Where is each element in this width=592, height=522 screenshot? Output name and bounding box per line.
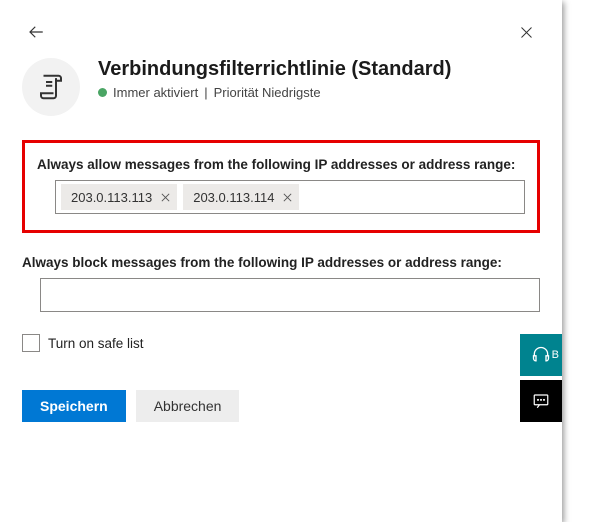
priority-text: Priorität Niedrigste: [214, 85, 321, 100]
close-button[interactable]: [512, 18, 540, 46]
ip-chip: 203.0.113.114: [183, 184, 299, 210]
allow-section-highlight: Always allow messages from the following…: [22, 140, 540, 233]
close-icon: [519, 25, 534, 40]
status-text: Immer aktiviert: [113, 85, 198, 100]
help-widget-label: B: [552, 349, 559, 361]
back-button[interactable]: [22, 18, 50, 46]
arrow-left-icon: [27, 23, 45, 41]
chat-icon: [532, 392, 550, 410]
block-ip-textfield[interactable]: [41, 279, 539, 311]
separator: |: [204, 85, 207, 100]
help-widget[interactable]: B: [520, 334, 562, 376]
chip-remove-button[interactable]: [160, 192, 171, 203]
safelist-row: Turn on safe list: [22, 334, 540, 352]
header: Verbindungsfilterrichtlinie (Standard) I…: [22, 58, 540, 116]
chip-remove-button[interactable]: [282, 192, 293, 203]
header-text: Verbindungsfilterrichtlinie (Standard) I…: [98, 58, 451, 100]
feedback-widget[interactable]: [520, 380, 562, 422]
save-button[interactable]: Speichern: [22, 390, 126, 422]
allow-label: Always allow messages from the following…: [37, 157, 525, 172]
allow-ip-input[interactable]: 203.0.113.113 203.0.113.114: [55, 180, 525, 214]
block-section: Always block messages from the following…: [22, 255, 540, 312]
ip-chip-text: 203.0.113.114: [193, 190, 274, 205]
status-dot-icon: [98, 88, 107, 97]
settings-flyout: Verbindungsfilterrichtlinie (Standard) I…: [0, 0, 562, 522]
safelist-label: Turn on safe list: [48, 336, 144, 351]
status-row: Immer aktiviert | Priorität Niedrigste: [98, 85, 451, 100]
scroll-icon: [36, 72, 66, 102]
headset-icon: [531, 345, 551, 365]
button-row: Speichern Abbrechen: [22, 390, 540, 422]
ip-chip-text: 203.0.113.113: [71, 190, 152, 205]
cancel-button[interactable]: Abbrechen: [136, 390, 240, 422]
block-ip-input[interactable]: [40, 278, 540, 312]
safelist-checkbox[interactable]: [22, 334, 40, 352]
page-title: Verbindungsfilterrichtlinie (Standard): [98, 58, 451, 81]
close-icon: [160, 192, 171, 203]
policy-avatar: [22, 58, 80, 116]
allow-ip-textfield[interactable]: [305, 181, 519, 213]
ip-chip: 203.0.113.113: [61, 184, 177, 210]
block-label: Always block messages from the following…: [22, 255, 540, 270]
top-bar: [22, 18, 540, 46]
close-icon: [282, 192, 293, 203]
